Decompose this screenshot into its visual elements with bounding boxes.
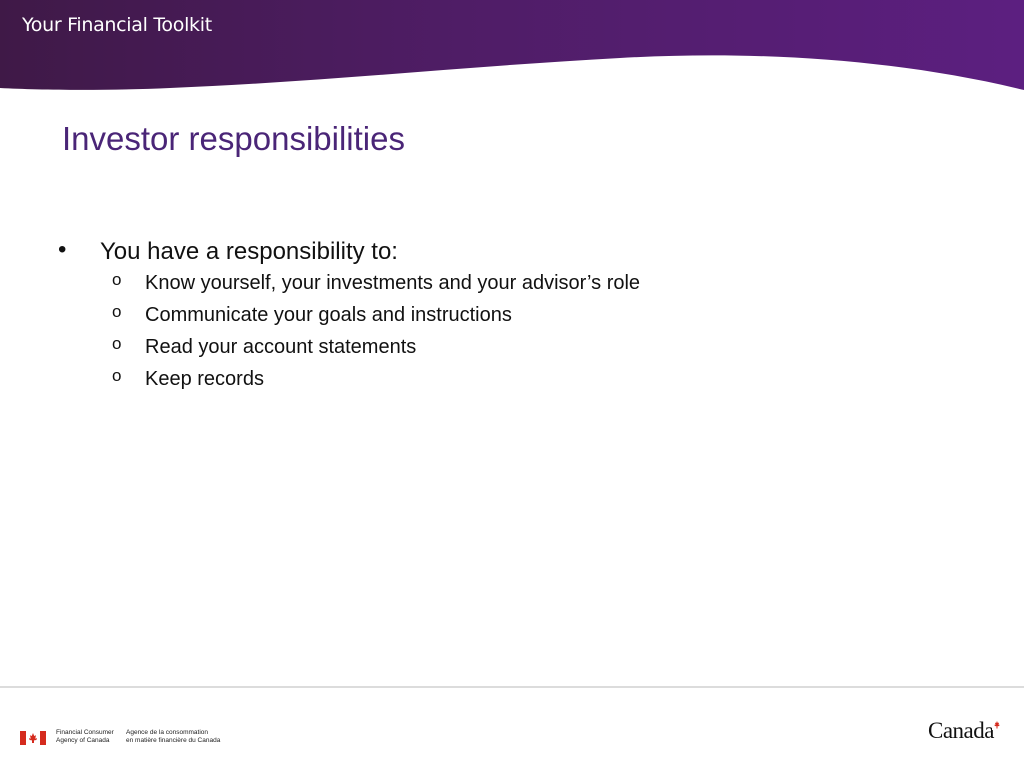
canada-flag-icon [20, 731, 46, 745]
sub-bullet-item: o Know yourself, your investments and yo… [0, 270, 1024, 302]
sub-bullet-text: Read your account statements [145, 336, 417, 358]
canada-wordmark: Canada [928, 718, 994, 743]
sub-bullet-marker: o [112, 366, 122, 385]
bullet-text: You have a responsibility to: [100, 238, 398, 265]
agency-fr-line1: Agence de la consommation [126, 729, 209, 736]
sub-bullet-item: o Read your account statements [0, 334, 1024, 366]
slide-title: Investor responsibilities [62, 120, 405, 157]
bullet-marker: • [58, 236, 67, 263]
sub-bullet-item: o Keep records [0, 366, 1024, 398]
toolkit-title: Your Financial Toolkit [22, 14, 212, 36]
sub-bullet-text: Know yourself, your investments and your… [145, 272, 641, 294]
agency-en-line1: Financial Consumer [56, 729, 114, 736]
sub-bullet-marker: o [112, 270, 122, 289]
sub-bullet-text: Keep records [145, 368, 264, 390]
sub-bullet-marker: o [112, 302, 122, 321]
slide-content: • You have a responsibility to: o Know y… [0, 236, 1024, 398]
sub-bullet-list: o Know yourself, your investments and yo… [0, 270, 1024, 398]
footer-divider [0, 686, 1024, 688]
main-bullet: • You have a responsibility to: [0, 236, 1024, 270]
agency-fr-line2: en matière financière du Canada [126, 737, 221, 744]
agency-name-en: Financial Consumer Agency of Canada [56, 729, 114, 745]
sub-bullet-marker: o [112, 334, 122, 353]
agency-en-line2: Agency of Canada [56, 737, 110, 744]
agency-name-fr: Agence de la consommation en matière fin… [126, 729, 220, 745]
wordmark-flag-icon [992, 720, 1002, 730]
sub-bullet-item: o Communicate your goals and instruction… [0, 302, 1024, 334]
sub-bullet-text: Communicate your goals and instructions [145, 304, 512, 326]
